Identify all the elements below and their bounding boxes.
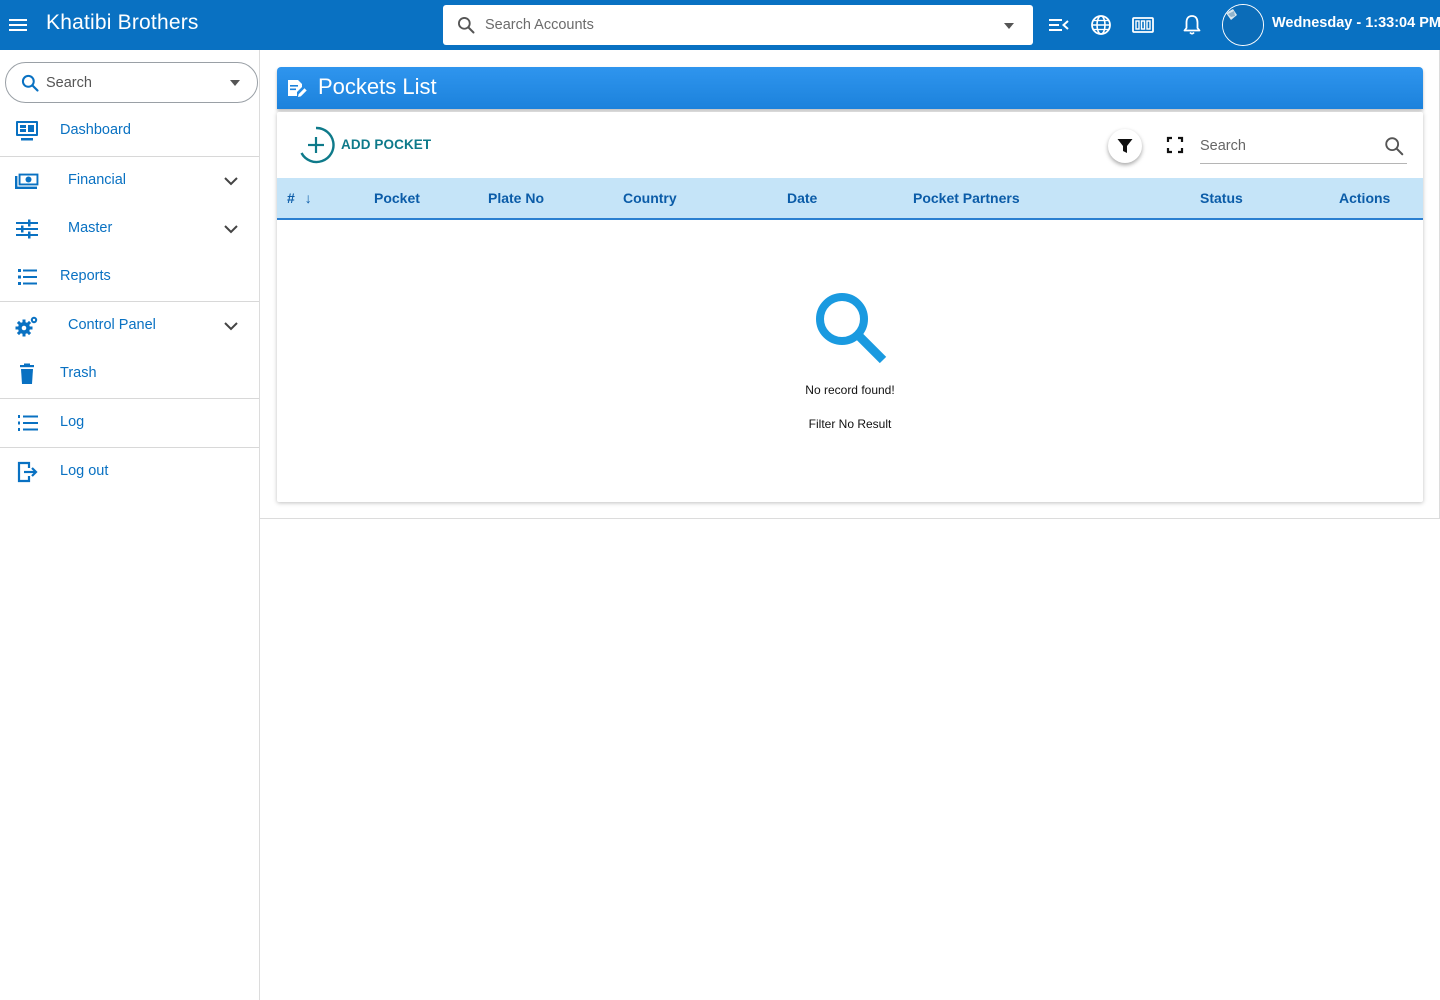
sidebar-item-label: Trash	[60, 365, 97, 381]
sidebar-item-master[interactable]: Master	[0, 206, 259, 252]
sliders-icon	[16, 219, 38, 239]
sidebar-item-control-panel[interactable]: Control Panel	[0, 303, 259, 349]
bell-icon[interactable]	[1180, 13, 1204, 37]
sort-arrow-icon[interactable]: ↓	[305, 190, 312, 206]
divider	[0, 398, 259, 399]
dropdown-caret-icon[interactable]	[1002, 19, 1016, 33]
column-header-date[interactable]: Date	[787, 190, 817, 206]
sidebar-search[interactable]	[5, 62, 258, 103]
sidebar-item-dashboard[interactable]: Dashboard	[0, 108, 259, 154]
fullscreen-icon[interactable]	[1166, 136, 1184, 154]
sidebar-item-log[interactable]: Log	[0, 400, 259, 446]
table-search-input[interactable]	[1200, 135, 1370, 157]
column-header-country[interactable]: Country	[623, 190, 677, 206]
search-icon[interactable]	[1383, 135, 1405, 157]
sidebar-item-trash[interactable]: Trash	[0, 351, 259, 397]
sidebar-item-financial[interactable]: Financial	[0, 158, 259, 204]
empty-state-subtitle: Filter No Result	[808, 417, 892, 431]
avatar[interactable]	[1222, 4, 1264, 46]
empty-state-title: No record found!	[805, 383, 895, 397]
page-header: Pockets List	[277, 67, 1423, 109]
page-title: Pockets List	[318, 74, 437, 99]
column-header-actions[interactable]: Actions	[1339, 190, 1390, 206]
divider	[0, 301, 259, 302]
edit-document-icon	[288, 80, 307, 97]
column-label: #	[287, 190, 295, 206]
globe-icon[interactable]	[1089, 13, 1113, 37]
add-circle-icon	[300, 126, 335, 164]
sidebar-item-label: Dashboard	[60, 122, 131, 138]
sidebar-item-label: Control Panel	[68, 317, 156, 333]
datetime-display: Wednesday - 1:33:04 PM	[1272, 15, 1440, 31]
sidebar-item-reports[interactable]: Reports	[0, 254, 259, 300]
sidebar: Dashboard Financial Master	[0, 50, 260, 1000]
top-app-bar: Khatibi Brothers W	[0, 0, 1440, 50]
sidebar-item-logout[interactable]: Log out	[0, 449, 259, 495]
app-title: Khatibi Brothers	[46, 11, 199, 34]
search-icon	[21, 74, 39, 92]
search-empty-icon	[816, 293, 887, 364]
filter-icon	[1117, 139, 1133, 153]
cash-icon	[15, 172, 40, 189]
divider	[0, 156, 259, 157]
gears-icon	[15, 316, 38, 337]
pockets-table-card: ADD POCKET # ↓ Pocket Plate No Country D…	[277, 112, 1423, 502]
trash-icon	[20, 363, 34, 384]
account-search-input[interactable]	[485, 13, 985, 37]
add-pocket-label: ADD POCKET	[341, 137, 432, 152]
logout-icon	[17, 461, 38, 483]
column-header-pocket-partners[interactable]: Pocket Partners	[913, 190, 1020, 206]
sidebar-search-input[interactable]	[46, 72, 216, 94]
table-search[interactable]	[1200, 128, 1407, 164]
filter-button[interactable]	[1108, 129, 1142, 163]
counter-icon[interactable]	[1131, 13, 1155, 37]
table-header: # ↓ Pocket Plate No Country Date Pocket …	[277, 178, 1423, 220]
menu-icon[interactable]	[6, 13, 30, 37]
chevron-down-icon[interactable]	[221, 171, 241, 191]
column-header-plate-no[interactable]: Plate No	[488, 190, 544, 206]
add-pocket-button[interactable]: ADD POCKET	[297, 126, 447, 164]
column-header-pocket[interactable]: Pocket	[374, 190, 420, 206]
list-icon	[18, 269, 37, 285]
user-image-icon	[1223, 5, 1263, 45]
sidebar-item-label: Financial	[68, 172, 127, 188]
sidebar-item-label: Master	[68, 220, 113, 236]
sidebar-item-label: Log out	[60, 463, 109, 479]
divider	[0, 447, 259, 448]
column-header-number[interactable]: # ↓	[287, 190, 312, 206]
search-icon	[458, 17, 475, 34]
sidebar-item-label: Reports	[60, 268, 111, 284]
column-header-status[interactable]: Status	[1200, 190, 1243, 206]
ordered-list-icon	[18, 415, 38, 431]
sidebar-item-label: Log	[60, 414, 85, 430]
monitor-icon	[16, 121, 38, 141]
menu-collapse-icon[interactable]	[1047, 13, 1071, 37]
chevron-down-icon[interactable]	[221, 316, 241, 336]
chevron-down-icon[interactable]	[221, 219, 241, 239]
account-search[interactable]	[443, 5, 1033, 45]
dropdown-caret-icon[interactable]	[228, 76, 242, 90]
